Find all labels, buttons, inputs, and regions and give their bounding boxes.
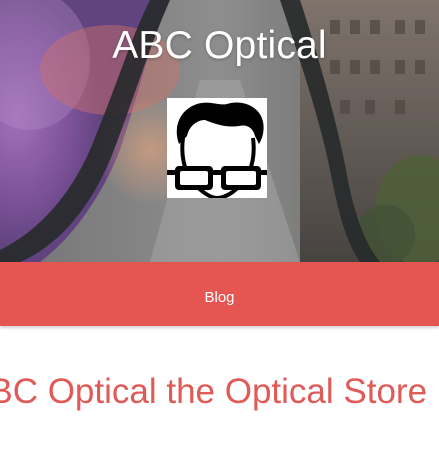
main-content: ABC Optical the Optical Store	[0, 326, 439, 461]
main-navigation: Blog	[0, 262, 439, 326]
site-header: ABC Optical	[0, 0, 439, 262]
page-heading: ABC Optical the Optical Store	[0, 372, 428, 411]
glasses-man-logo-icon[interactable]	[167, 98, 267, 198]
site-title[interactable]: ABC Optical	[0, 22, 439, 70]
nav-item-blog[interactable]: Blog	[0, 262, 439, 326]
page: ABC Optical Blog ABC Optical the Optical…	[0, 0, 439, 461]
